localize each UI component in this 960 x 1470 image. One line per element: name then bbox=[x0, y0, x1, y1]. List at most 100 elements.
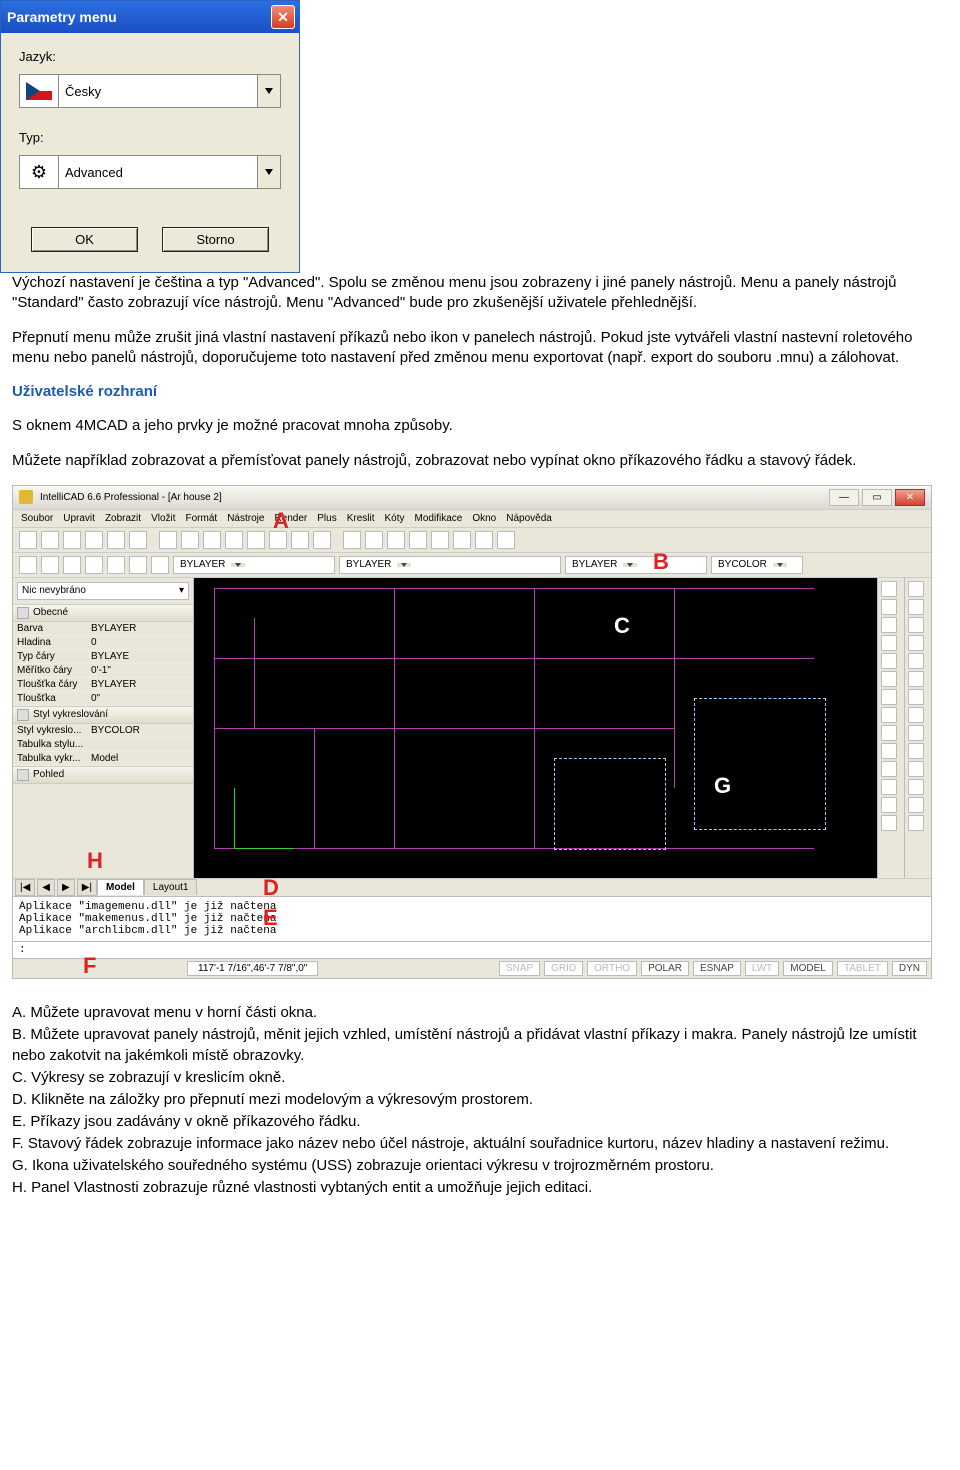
chevron-down-icon[interactable] bbox=[258, 75, 280, 107]
toolbar-icon[interactable] bbox=[107, 556, 125, 574]
toolbar-icon[interactable] bbox=[151, 556, 169, 574]
menu-item[interactable]: Kóty bbox=[385, 513, 405, 524]
tab-model[interactable]: Model bbox=[97, 879, 144, 895]
tab-nav-prev-icon[interactable]: ◀ bbox=[37, 879, 55, 896]
toolbar-icon[interactable] bbox=[19, 556, 37, 574]
toolbar-icon[interactable] bbox=[269, 531, 287, 549]
toolbar-icon[interactable] bbox=[247, 531, 265, 549]
tool-icon[interactable] bbox=[908, 635, 924, 651]
toolbar-icon[interactable] bbox=[203, 531, 221, 549]
status-toggle-dyn[interactable]: DYN bbox=[892, 961, 927, 976]
menu-item[interactable]: Okno bbox=[472, 513, 496, 524]
menu-item[interactable]: Plus bbox=[317, 513, 336, 524]
layer-dropdown[interactable]: BYLAYER bbox=[339, 556, 561, 574]
menu-item[interactable]: Upravit bbox=[63, 513, 95, 524]
toolbar-icon[interactable] bbox=[19, 531, 37, 549]
toolbar-icon[interactable] bbox=[63, 531, 81, 549]
status-toggle-grid[interactable]: GRID bbox=[544, 961, 583, 976]
color-dropdown[interactable]: BYCOLOR bbox=[711, 556, 803, 574]
toolbar-icon[interactable] bbox=[313, 531, 331, 549]
toolbar-icon[interactable] bbox=[475, 531, 493, 549]
command-prompt[interactable]: : bbox=[13, 942, 931, 959]
tool-icon[interactable] bbox=[881, 689, 897, 705]
menu-item[interactable]: Render bbox=[274, 513, 307, 524]
tool-icon[interactable] bbox=[881, 635, 897, 651]
prop-row[interactable]: Tabulka vykr...Model bbox=[13, 752, 193, 766]
tool-icon[interactable] bbox=[908, 581, 924, 597]
prop-row[interactable]: Tloušťka0" bbox=[13, 692, 193, 706]
toolbar-icon[interactable] bbox=[85, 556, 103, 574]
status-toggle-snap[interactable]: SNAP bbox=[499, 961, 540, 976]
ok-button[interactable]: OK bbox=[31, 227, 138, 252]
tool-icon[interactable] bbox=[908, 761, 924, 777]
lang-select[interactable]: Česky bbox=[19, 74, 281, 108]
prop-row[interactable]: Tabulka stylu... bbox=[13, 738, 193, 752]
toolbar-icon[interactable] bbox=[181, 531, 199, 549]
selection-dropdown[interactable]: Nic nevybráno▾ bbox=[17, 582, 189, 600]
tool-icon[interactable] bbox=[881, 725, 897, 741]
toolbar-icon[interactable] bbox=[41, 556, 59, 574]
prop-row[interactable]: Typ čáryBYLAYE bbox=[13, 650, 193, 664]
command-window[interactable]: Aplikace "imagemenu.dll" je již načtena … bbox=[13, 897, 931, 942]
toolbar-icon[interactable] bbox=[85, 531, 103, 549]
tool-icon[interactable] bbox=[881, 707, 897, 723]
toolbar-icon[interactable] bbox=[497, 531, 515, 549]
tool-icon[interactable] bbox=[881, 599, 897, 615]
tool-icon[interactable] bbox=[908, 707, 924, 723]
tool-icon[interactable] bbox=[908, 725, 924, 741]
toolbar-icon[interactable] bbox=[225, 531, 243, 549]
panel-group-header[interactable]: Obecné bbox=[13, 604, 193, 622]
status-toggle-esnap[interactable]: ESNAP bbox=[693, 961, 741, 976]
menu-item[interactable]: Kreslit bbox=[347, 513, 375, 524]
toolbar-icon[interactable] bbox=[41, 531, 59, 549]
panel-group-header[interactable]: Pohled bbox=[13, 766, 193, 784]
tool-icon[interactable] bbox=[908, 797, 924, 813]
menu-item[interactable]: Zobrazit bbox=[105, 513, 141, 524]
menu-item[interactable]: Modifikace bbox=[415, 513, 463, 524]
tool-icon[interactable] bbox=[881, 671, 897, 687]
tool-icon[interactable] bbox=[881, 761, 897, 777]
tool-icon[interactable] bbox=[908, 779, 924, 795]
tab-nav-next-icon[interactable]: ▶ bbox=[57, 879, 75, 896]
toolbar-icon[interactable] bbox=[129, 531, 147, 549]
layer-dropdown[interactable]: BYLAYER bbox=[565, 556, 707, 574]
tool-icon[interactable] bbox=[881, 815, 897, 831]
tool-icon[interactable] bbox=[908, 671, 924, 687]
toolbar-icon[interactable] bbox=[129, 556, 147, 574]
tool-icon[interactable] bbox=[908, 689, 924, 705]
prop-row[interactable]: Styl vykreslo...BYCOLOR bbox=[13, 724, 193, 738]
tool-icon[interactable] bbox=[908, 653, 924, 669]
tab-layout[interactable]: Layout1 bbox=[144, 879, 198, 895]
toolbar-icon[interactable] bbox=[291, 531, 309, 549]
tool-icon[interactable] bbox=[908, 815, 924, 831]
prop-row[interactable]: Tloušťka čáryBYLAYER bbox=[13, 678, 193, 692]
panel-group-header[interactable]: Styl vykreslování bbox=[13, 706, 193, 724]
menu-item[interactable]: Vložit bbox=[151, 513, 175, 524]
layer-dropdown[interactable]: BYLAYER bbox=[173, 556, 335, 574]
toolbar-icon[interactable] bbox=[107, 531, 125, 549]
menu-item[interactable]: Soubor bbox=[21, 513, 53, 524]
close-icon[interactable]: ✕ bbox=[895, 489, 925, 506]
tool-icon[interactable] bbox=[881, 617, 897, 633]
toolbar-icon[interactable] bbox=[409, 531, 427, 549]
status-toggle-tablet[interactable]: TABLET bbox=[837, 961, 888, 976]
cad-canvas[interactable]: C G bbox=[194, 578, 877, 878]
tool-icon[interactable] bbox=[881, 653, 897, 669]
tool-icon[interactable] bbox=[908, 617, 924, 633]
toolbar-icon[interactable] bbox=[63, 556, 81, 574]
type-select[interactable]: ⚙ Advanced bbox=[19, 155, 281, 189]
menu-item[interactable]: Nápověda bbox=[506, 513, 552, 524]
prop-row[interactable]: BarvaBYLAYER bbox=[13, 622, 193, 636]
status-toggle-ortho[interactable]: ORTHO bbox=[587, 961, 637, 976]
tool-icon[interactable] bbox=[881, 797, 897, 813]
tool-icon[interactable] bbox=[881, 581, 897, 597]
tab-nav-last-icon[interactable]: ▶| bbox=[77, 879, 97, 896]
menu-item[interactable]: Nástroje bbox=[227, 513, 264, 524]
cancel-button[interactable]: Storno bbox=[162, 227, 269, 252]
prop-row[interactable]: Hladina0 bbox=[13, 636, 193, 650]
menu-item[interactable]: Formát bbox=[186, 513, 218, 524]
chevron-down-icon[interactable] bbox=[258, 156, 280, 188]
tool-icon[interactable] bbox=[908, 599, 924, 615]
toolbar-icon[interactable] bbox=[387, 531, 405, 549]
restore-icon[interactable]: ▭ bbox=[862, 489, 892, 506]
